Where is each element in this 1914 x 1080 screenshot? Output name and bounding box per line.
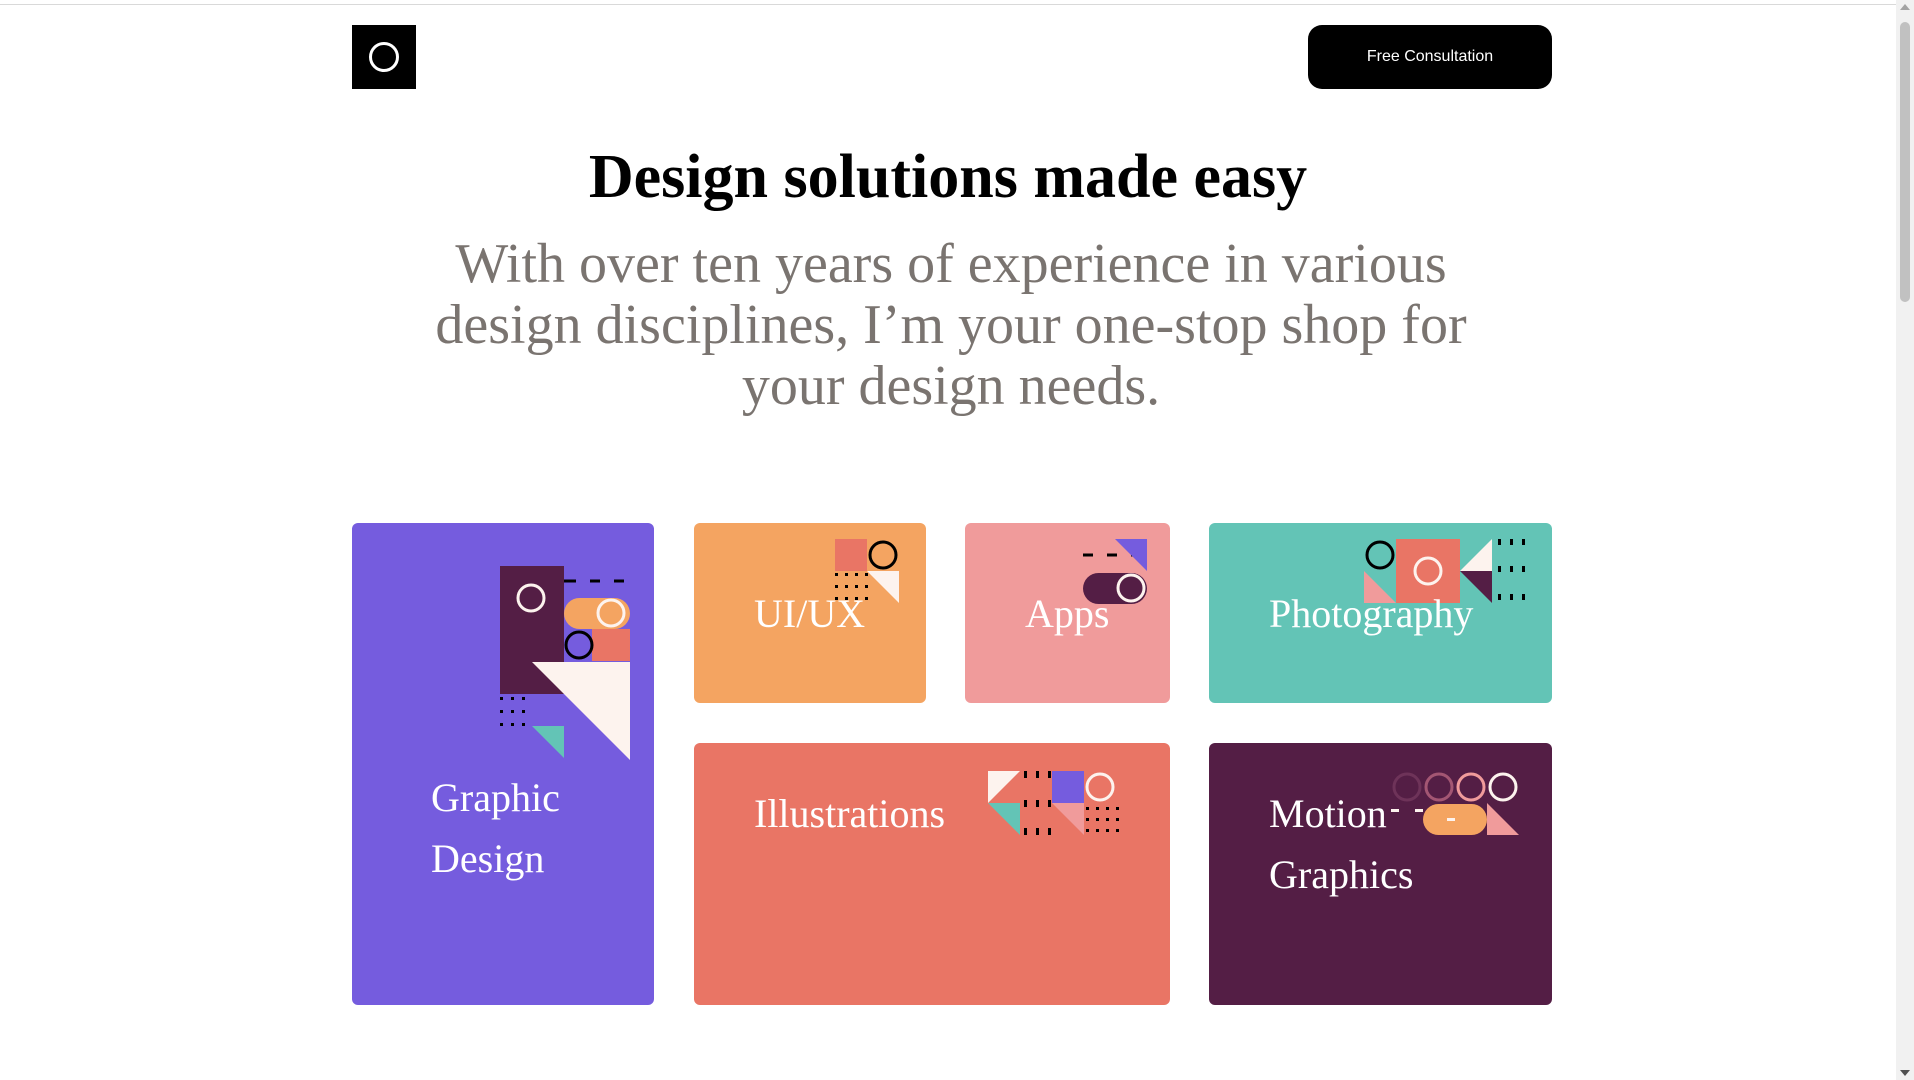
site-logo[interactable] [352,25,416,89]
service-card-ui-ux[interactable]: UI/UX [694,523,926,703]
service-label-apps: Apps [1025,591,1110,636]
service-label-ui-ux: UI/UX [754,591,866,636]
scrollbar-thumb[interactable] [1900,22,1910,302]
service-label-graphic-design: Graphic Design [431,775,560,881]
service-label-motion-graphics: Motion Graphics [1269,791,1414,897]
graphic-design-illustration-icon [500,566,640,766]
browser-top-edge [0,0,1896,5]
service-label-photography: Photography [1269,591,1474,636]
page-scrollbar[interactable] [1896,0,1914,1080]
service-label-illustrations: Illustrations [754,791,946,836]
service-card-illustrations[interactable]: Illustrations [694,743,1170,1005]
hero-title: Design solutions made easy [588,143,1308,211]
service-card-graphic-design[interactable]: Graphic Design [352,523,654,1005]
service-card-photography[interactable]: Photography [1209,523,1552,703]
scroll-up-arrow-icon[interactable] [1900,4,1910,10]
ring-logo-icon [369,42,399,72]
scroll-down-arrow-icon[interactable] [1900,1070,1910,1076]
service-card-apps[interactable]: Apps [965,523,1170,703]
illustrations-illustration-icon [988,771,1128,841]
hero-subtitle: With over ten years of experience in var… [435,233,1467,417]
service-card-motion-graphics[interactable]: Motion Graphics [1209,743,1552,1005]
free-consultation-button[interactable]: Free Consultation [1308,25,1552,89]
